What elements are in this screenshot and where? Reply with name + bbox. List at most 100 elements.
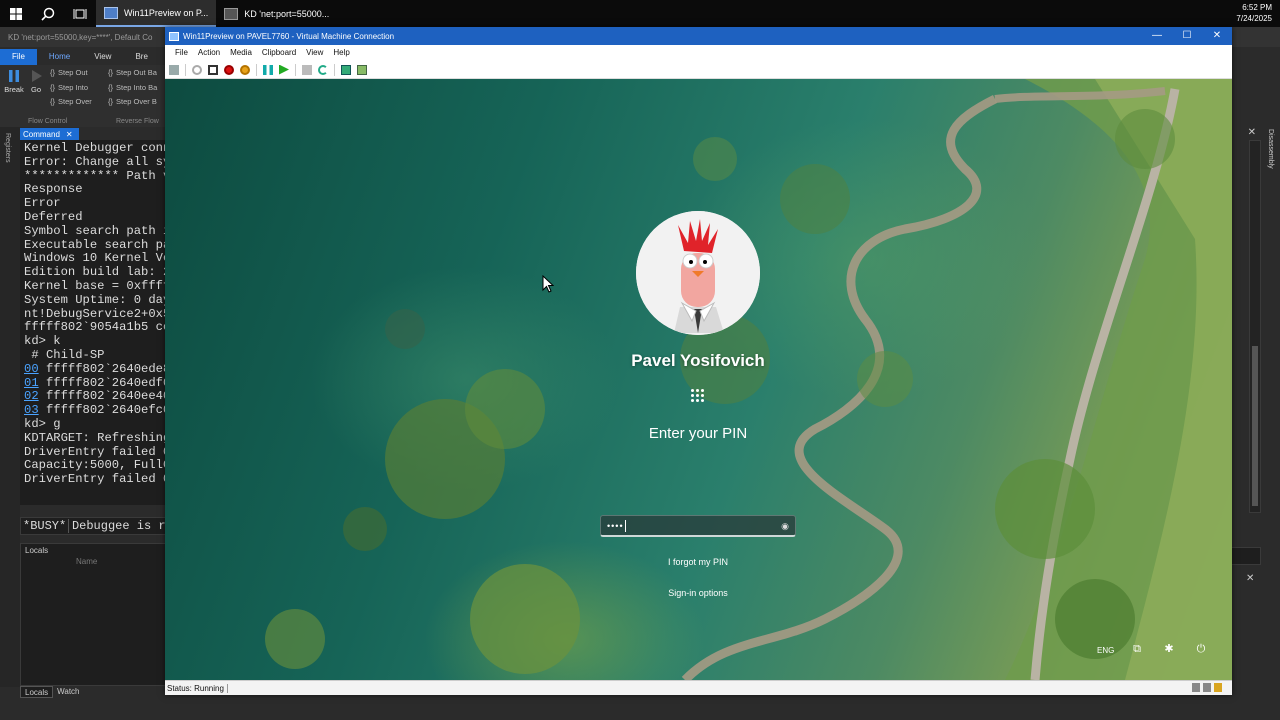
- search-button[interactable]: [32, 0, 64, 27]
- command-input-row[interactable]: *BUSY* Debuggee is r: [20, 517, 166, 535]
- menu-file[interactable]: File: [171, 45, 194, 61]
- command-line: kd> k: [24, 334, 61, 349]
- command-line: KDTARGET: Refreshing: [24, 430, 166, 445]
- taskbar-app-label: Win11Preview on P...: [124, 7, 209, 18]
- menu-action[interactable]: Action: [194, 45, 226, 61]
- sign-in-options-link[interactable]: Sign-in options: [598, 588, 798, 598]
- command-line: Executable search pa: [24, 237, 166, 252]
- pause-icon[interactable]: [263, 64, 273, 75]
- search-icon: [41, 7, 55, 21]
- step-over-icon: {}: [50, 97, 56, 106]
- taskbar: Win11Preview on P... KD 'net:port=55000.…: [0, 0, 1280, 27]
- command-tab-label: Command: [23, 129, 60, 139]
- stack-row: 00 fffff802`2640ede8: [24, 362, 166, 377]
- menu-view[interactable]: View: [302, 45, 329, 61]
- power-icon[interactable]: ⏻: [1194, 642, 1208, 656]
- language-indicator[interactable]: ENG: [1097, 646, 1114, 655]
- step-out-back-button[interactable]: {} Step Out Ba: [108, 68, 157, 77]
- close-icon[interactable]: ✕: [66, 130, 73, 139]
- avatar: [636, 211, 760, 335]
- step-out-label: Step Out: [58, 68, 88, 77]
- accessibility-icon[interactable]: ✱: [1162, 642, 1176, 656]
- command-output[interactable]: Kernel Debugger conn Error: Change all s…: [20, 140, 166, 505]
- scrollbar-thumb[interactable]: [1252, 346, 1258, 506]
- ribbon-tab-view[interactable]: View: [82, 49, 123, 65]
- stack-frame-link[interactable]: 02: [24, 389, 39, 403]
- command-line: Capacity:5000, FullC: [24, 458, 166, 473]
- locals-title: Locals: [25, 546, 49, 555]
- command-line: Edition build lab: 2: [24, 265, 166, 280]
- ctrl-alt-del-icon[interactable]: [169, 64, 179, 75]
- menu-help[interactable]: Help: [329, 45, 355, 61]
- stack-addr: fffff802`2640efc0: [38, 403, 166, 418]
- keyboard-icon: [1192, 683, 1200, 692]
- turn-off-icon[interactable]: [208, 64, 218, 75]
- menu-media[interactable]: Media: [226, 45, 258, 61]
- minimize-icon[interactable]: —: [1142, 27, 1172, 45]
- vm-title: Win11Preview on PAVEL7760 - Virtual Mach…: [183, 31, 395, 41]
- reveal-eye-icon[interactable]: ◉: [781, 521, 789, 532]
- tab-watch[interactable]: Watch: [53, 686, 83, 698]
- shutdown-icon[interactable]: [224, 64, 234, 75]
- step-into-back-button[interactable]: {} Step Into Ba: [108, 83, 157, 92]
- stack-row: 03 fffff802`2640efc0: [24, 403, 166, 418]
- command-line: fffff802`9054a1b5 cc: [24, 320, 166, 335]
- command-line: kd> g: [24, 416, 61, 431]
- revert-icon[interactable]: [318, 64, 328, 75]
- pane-tab-strip: [1231, 547, 1261, 565]
- step-out-icon: {}: [50, 68, 56, 77]
- maximize-icon[interactable]: ☐: [1172, 27, 1202, 45]
- locals-name-column[interactable]: Name: [21, 557, 165, 566]
- vm-title-bar[interactable]: Win11Preview on PAVEL7760 - Virtual Mach…: [165, 27, 1232, 45]
- system-clock[interactable]: 6:52 PM 7/24/2025: [1236, 2, 1272, 24]
- task-view-button[interactable]: [64, 0, 96, 27]
- step-into-label: Step Into: [58, 83, 89, 92]
- vm-toolbar: [165, 61, 1232, 79]
- taskbar-app-vm[interactable]: Win11Preview on P...: [96, 0, 217, 27]
- network-icon[interactable]: ⧉: [1130, 642, 1144, 656]
- menu-clipboard[interactable]: Clipboard: [258, 45, 302, 61]
- taskbar-app-label: KD 'net:port=55000...: [244, 8, 330, 19]
- registers-side-tab[interactable]: Registers: [0, 127, 20, 687]
- tab-locals[interactable]: Locals: [20, 686, 54, 698]
- status-icons: [1192, 683, 1222, 692]
- step-out-button[interactable]: {} Step Out: [50, 68, 88, 77]
- start-button[interactable]: [0, 0, 32, 27]
- enhanced-session-icon[interactable]: [341, 64, 351, 75]
- vm-status-bar: Status: Running: [165, 680, 1232, 695]
- ribbon-tab-home[interactable]: Home: [37, 49, 82, 65]
- taskbar-app-debugger[interactable]: KD 'net:port=55000...: [216, 0, 337, 27]
- stack-frame-link[interactable]: 01: [24, 376, 39, 390]
- save-state-icon[interactable]: [240, 64, 250, 75]
- go-button[interactable]: Go: [24, 69, 48, 94]
- close-icon[interactable]: ✕: [1246, 573, 1254, 584]
- command-line: Kernel Debugger conn: [24, 141, 166, 155]
- toolbar-separator: [334, 63, 335, 76]
- start-icon[interactable]: [192, 64, 202, 75]
- step-into-button[interactable]: {} Step Into: [50, 83, 88, 92]
- stack-frame-link[interactable]: 00: [24, 362, 39, 376]
- vertical-scrollbar[interactable]: [1249, 140, 1261, 513]
- play-icon: [32, 70, 42, 82]
- step-over-back-icon: {}: [108, 97, 114, 106]
- forgot-pin-link[interactable]: I forgot my PIN: [598, 557, 798, 567]
- vm-lock-screen[interactable]: Pavel Yosifovich Enter your PIN •••• ◉ I…: [165, 79, 1232, 680]
- toolbar-separator: [185, 63, 186, 76]
- command-tab[interactable]: Command ✕: [20, 128, 79, 140]
- command-line: Kernel base = 0xffff: [24, 278, 166, 293]
- resume-icon[interactable]: [279, 64, 289, 75]
- command-line: Error: Change all sy: [24, 154, 166, 169]
- disassembly-label: Disassembly: [1267, 129, 1274, 169]
- checkpoint-icon[interactable]: [302, 64, 312, 75]
- close-icon[interactable]: ✕: [1202, 27, 1232, 45]
- break-button[interactable]: Break: [2, 69, 26, 94]
- share-icon[interactable]: [357, 64, 367, 75]
- close-icon[interactable]: ✕: [1248, 127, 1256, 138]
- ribbon-tab-breakpoints[interactable]: Bre: [123, 49, 159, 65]
- pin-input[interactable]: •••• ◉: [600, 515, 796, 537]
- step-over-back-button[interactable]: {} Step Over B: [108, 97, 157, 106]
- step-out-back-label: Step Out Ba: [116, 68, 157, 77]
- step-over-button[interactable]: {} Step Over: [50, 97, 92, 106]
- ribbon-tab-file[interactable]: File: [0, 49, 37, 65]
- stack-frame-link[interactable]: 03: [24, 403, 39, 417]
